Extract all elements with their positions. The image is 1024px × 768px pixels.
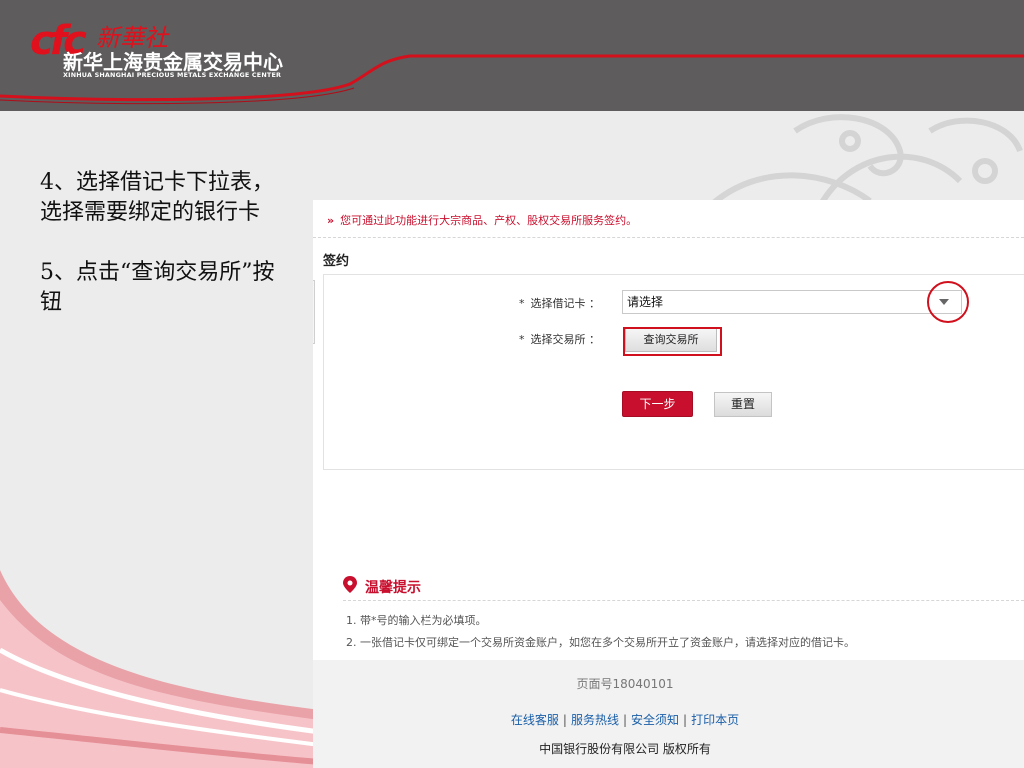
location-pin-icon [343,576,357,593]
tip-item: 1. 带*号的输入栏为必填项。 [346,614,487,627]
dropdown-highlight-circle [927,281,969,323]
logo-english-name: XINHUA SHANGHAI PRECIOUS METALS EXCHANGE… [63,71,282,79]
decorative-swoosh [0,570,320,768]
next-step-button[interactable]: 下一步 [622,391,693,417]
link-separator: | [562,713,567,727]
instructions: 4、选择借记卡下拉表，选择需要绑定的银行卡 5、点击“查询交易所”按钮 [40,168,280,348]
link-security-notice[interactable]: 安全须知 [631,713,679,727]
debit-card-select[interactable]: 请选择 [622,290,962,314]
double-arrow-icon: » [327,214,335,227]
bank-signing-panel: » 您可通过此功能进行大宗商品、产权、股权交易所服务签约。 签约 * 选择借记卡 ：… [313,200,1024,768]
card-select-value: 请选择 [627,295,664,309]
query-button-highlight-box [623,327,722,356]
notice-bar: » 您可通过此功能进行大宗商品、产权、股权交易所服务签约。 [313,210,1024,238]
tip-item: 2. 一张借记卡仅可绑定一个交易所资金账户，如您在多个交易所开立了资金账户，请选… [346,636,855,649]
footer-links: 在线客服 | 服务热线 | 安全须知 | 打印本页 [313,711,937,728]
reset-button[interactable]: 重置 [714,392,772,417]
header-banner: cfc 新華社 新华上海贵金属交易中心 XINHUA SHANGHAI PREC… [0,0,1024,111]
copyright: 中国银行股份有限公司 版权所有 [539,742,711,756]
card-label-text: 选择借记卡 ： [530,297,601,310]
link-separator: | [622,713,628,727]
side-tab[interactable] [313,280,315,344]
link-service-hotline[interactable]: 服务热线 [571,713,619,727]
link-online-service[interactable]: 在线客服 [511,713,559,727]
link-print-page[interactable]: 打印本页 [691,713,739,727]
page-footer: 页面号18040101 在线客服 | 服务热线 | 安全须知 | 打印本页 中国银行股份有限… [313,660,1024,768]
notice-text: 您可通过此功能进行大宗商品、产权、股权交易所服务签约。 [340,214,638,227]
floral-ornament [707,114,1023,209]
tips-divider [343,600,1024,601]
section-title: 签约 [323,254,350,269]
tips-title: 温馨提示 [365,580,421,596]
link-separator: | [683,713,688,727]
instruction-step-5: 5、点击“查询交易所”按钮 [40,260,275,315]
exchange-label-text: 选择交易所 ： [530,333,601,346]
instruction-step-4: 4、选择借记卡下拉表，选择需要绑定的银行卡 [40,170,274,225]
required-star: * [519,297,525,310]
required-star: * [519,333,525,346]
card-label: * 选择借记卡 ： [519,295,600,311]
exchange-label: * 选择交易所 ： [519,331,600,347]
page-number: 页面号18040101 [576,677,674,691]
